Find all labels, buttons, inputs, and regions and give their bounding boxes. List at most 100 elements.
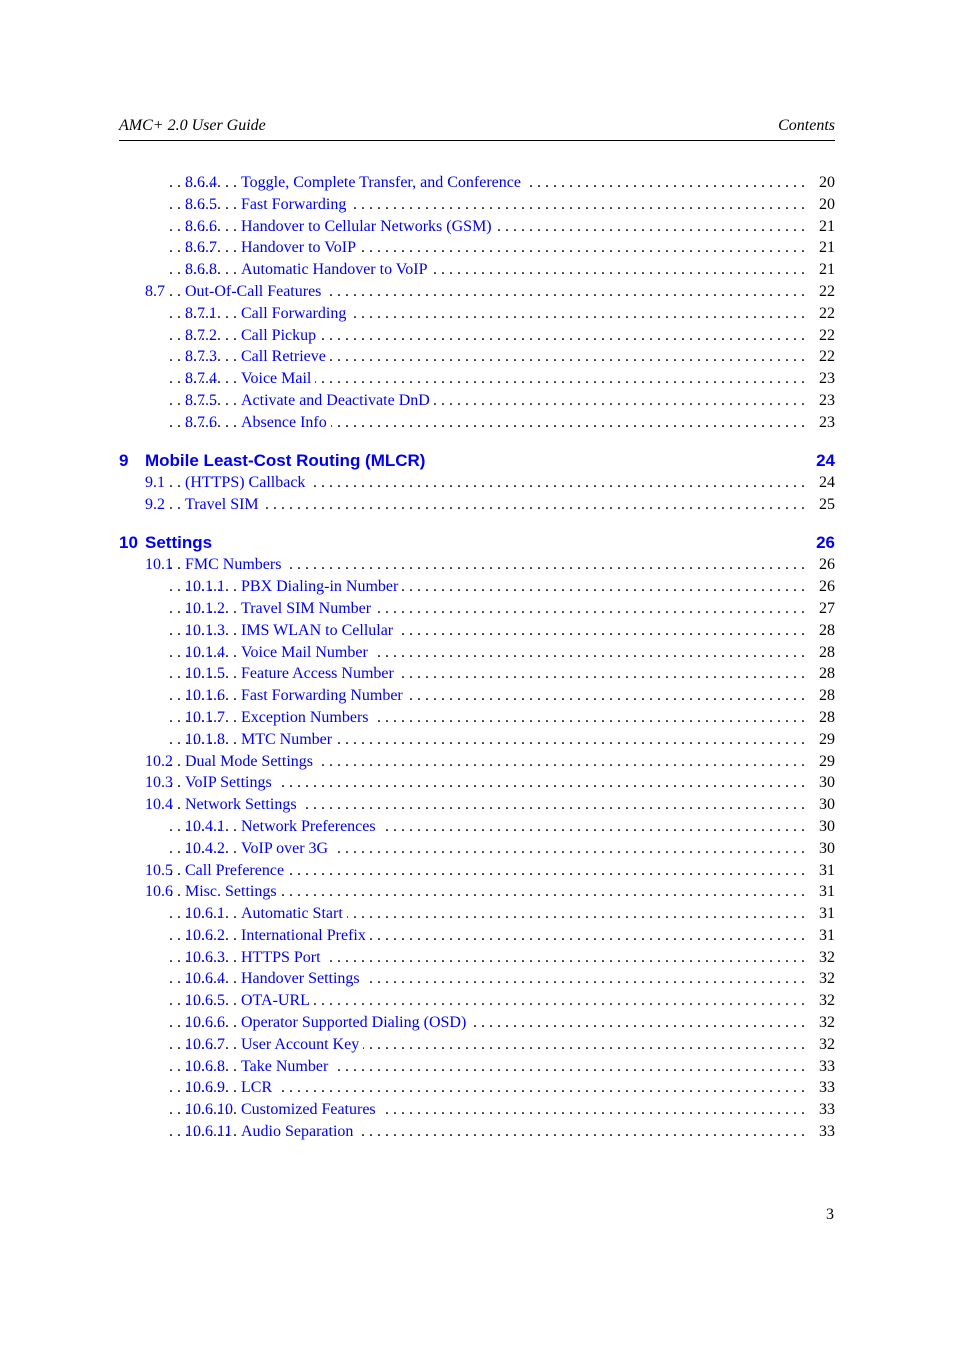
toc-title-link[interactable]: Automatic Start [241,903,347,925]
toc-number[interactable]: 9 [119,450,128,472]
toc-number[interactable]: 10.4.1 [185,816,225,838]
toc-section-entry[interactable]: . . . . . . . . . . . . . . . . . . . . … [119,859,835,882]
toc-title-link[interactable]: Call Forwarding [241,302,351,325]
toc-number[interactable]: 10.1.1 [185,576,225,598]
toc-title-link[interactable]: IMS WLAN to Cellular [241,619,398,642]
toc-title-link[interactable]: Mobile Least-Cost Routing (MLCR) [145,450,425,472]
toc-number[interactable]: 10.6.6 [185,1012,225,1034]
toc-title-link[interactable]: Misc. Settings [185,881,281,904]
toc-number[interactable]: 8.7.4 [185,368,217,390]
toc-subsection-entry[interactable]: . . . . . . . . . . . . . . . . . . . . … [119,728,835,751]
toc-title-link[interactable]: LCR [241,1077,277,1100]
toc-title-link[interactable]: Handover Settings [241,968,364,991]
toc-subsection-entry[interactable]: . . . . . . . . . . . . . . . . . . . . … [119,324,835,347]
toc-subsection-entry[interactable]: . . . . . . . . . . . . . . . . . . . . … [119,968,835,991]
toc-title-link[interactable]: PBX Dialing-in Number [241,576,403,598]
toc-title-link[interactable]: Travel SIM Number [241,597,376,620]
toc-subsection-entry[interactable]: . . . . . . . . . . . . . . . . . . . . … [119,706,835,729]
toc-subsection-entry[interactable]: . . . . . . . . . . . . . . . . . . . . … [119,815,835,838]
toc-page-link[interactable]: 26 [816,532,835,554]
toc-title-link[interactable]: VoIP over 3G [241,837,333,860]
toc-number[interactable]: 10.6.2 [185,925,225,947]
toc-title-link[interactable]: Automatic Handover to VoIP [241,259,432,281]
toc-number[interactable]: 10.6.5 [185,990,225,1012]
toc-title-link[interactable]: Audio Separation [241,1121,358,1143]
toc-subsection-entry[interactable]: . . . . . . . . . . . . . . . . . . . . … [119,302,835,325]
toc-chapter-entry[interactable]: 9 Mobile Least-Cost Routing (MLCR) 24 [119,450,835,472]
toc-subsection-entry[interactable]: . . . . . . . . . . . . . . . . . . . . … [119,619,835,642]
toc-subsection-entry[interactable]: . . . . . . . . . . . . . . . . . . . . … [119,411,835,434]
toc-subsection-entry[interactable]: . . . . . . . . . . . . . . . . . . . . … [119,346,835,369]
toc-section-entry[interactable]: . . . . . . . . . . . . . . . . . . . . … [119,280,835,303]
toc-subsection-entry[interactable]: . . . . . . . . . . . . . . . . . . . . … [119,1012,835,1034]
toc-number[interactable]: 8.6.7 [185,237,217,259]
toc-title-link[interactable]: Customized Features [241,1099,380,1122]
toc-number[interactable]: 8.7.2 [185,325,217,347]
toc-title-link[interactable]: Out-Of-Call Features [185,280,326,303]
toc-number[interactable]: 8.6.4 [185,172,217,194]
toc-number[interactable]: 8.6.5 [185,194,217,216]
toc-number[interactable]: 9.1 [145,472,165,494]
toc-title-link[interactable]: Voice Mail [241,368,316,390]
toc-section-entry[interactable]: . . . . . . . . . . . . . . . . . . . . … [119,554,835,577]
toc-title-link[interactable]: Handover to VoIP [241,237,360,260]
toc-title-link[interactable]: Handover to Cellular Networks (GSM) [241,215,496,238]
toc-subsection-entry[interactable]: . . . . . . . . . . . . . . . . . . . . … [119,685,835,707]
toc-title-link[interactable]: Operator Supported Dialing (OSD) [241,1012,471,1034]
toc-chapter-entry[interactable]: 10 Settings 26 [119,532,835,554]
toc-title-link[interactable]: VoIP Settings [185,772,276,795]
toc-number[interactable]: 10.6.7 [185,1034,225,1056]
toc-title-link[interactable]: Call Pickup [241,324,321,347]
toc-subsection-entry[interactable]: . . . . . . . . . . . . . . . . . . . . … [119,641,835,664]
toc-section-entry[interactable]: . . . . . . . . . . . . . . . . . . . . … [119,750,835,773]
toc-subsection-entry[interactable]: . . . . . . . . . . . . . . . . . . . . … [119,237,835,260]
toc-section-entry[interactable]: . . . . . . . . . . . . . . . . . . . . … [119,881,835,904]
toc-title-link[interactable]: Exception Numbers [241,706,373,729]
toc-subsection-entry[interactable]: . . . . . . . . . . . . . . . . . . . . … [119,990,835,1013]
toc-number[interactable]: 8.7 [145,281,165,303]
toc-subsection-entry[interactable]: . . . . . . . . . . . . . . . . . . . . … [119,172,835,194]
toc-number[interactable]: 8.6.6 [185,216,217,238]
toc-number[interactable]: 8.7.1 [185,303,217,325]
toc-subsection-entry[interactable]: . . . . . . . . . . . . . . . . . . . . … [119,837,835,860]
toc-title-link[interactable]: Network Settings [185,794,301,816]
toc-section-entry[interactable]: . . . . . . . . . . . . . . . . . . . . … [119,493,835,516]
toc-subsection-entry[interactable]: . . . . . . . . . . . . . . . . . . . . … [119,597,835,620]
toc-subsection-entry[interactable]: . . . . . . . . . . . . . . . . . . . . … [119,946,835,969]
toc-number[interactable]: 10.1.8 [185,729,225,751]
toc-subsection-entry[interactable]: . . . . . . . . . . . . . . . . . . . . … [119,1099,835,1122]
toc-number[interactable]: 9.2 [145,494,165,516]
toc-number[interactable]: 10.6.9 [185,1077,225,1099]
toc-subsection-entry[interactable]: . . . . . . . . . . . . . . . . . . . . … [119,576,835,598]
toc-title-link[interactable]: Feature Access Number [241,663,398,686]
toc-number[interactable]: 10.3 [145,772,173,794]
toc-title-link[interactable]: Fast Forwarding Number [241,685,407,707]
toc-number[interactable]: 10.6 [145,881,173,903]
toc-number[interactable]: 8.7.6 [185,412,217,434]
toc-subsection-entry[interactable]: . . . . . . . . . . . . . . . . . . . . … [119,1055,835,1078]
toc-subsection-entry[interactable]: . . . . . . . . . . . . . . . . . . . . … [119,368,835,390]
toc-number[interactable]: 8.6.8 [185,259,217,281]
toc-number[interactable]: 10.6.11 [185,1121,232,1143]
toc-number[interactable]: 10.1.4 [185,642,225,664]
toc-title-link[interactable]: Settings [145,532,212,554]
toc-title-link[interactable]: Absence Info [241,411,331,434]
toc-number[interactable]: 10.1.7 [185,707,225,729]
toc-subsection-entry[interactable]: . . . . . . . . . . . . . . . . . . . . … [119,924,835,947]
toc-title-link[interactable]: Voice Mail Number [241,641,372,664]
toc-title-link[interactable]: FMC Numbers [185,554,286,577]
toc-section-entry[interactable]: . . . . . . . . . . . . . . . . . . . . … [119,772,835,795]
toc-number[interactable]: 10.6.3 [185,947,225,969]
toc-subsection-entry[interactable]: . . . . . . . . . . . . . . . . . . . . … [119,1033,835,1056]
toc-subsection-entry[interactable]: . . . . . . . . . . . . . . . . . . . . … [119,663,835,686]
toc-title-link[interactable]: Activate and Deactivate DnD [241,389,434,412]
toc-title-link[interactable]: Dual Mode Settings [185,750,317,773]
toc-title-link[interactable]: Call Preference [185,859,289,882]
toc-number[interactable]: 10.1.6 [185,685,225,707]
toc-title-link[interactable]: International Prefix [241,924,370,947]
toc-title-link[interactable]: HTTPS Port [241,946,325,969]
toc-title-link[interactable]: (HTTPS) Callback [185,472,310,494]
toc-subsection-entry[interactable]: . . . . . . . . . . . . . . . . . . . . … [119,1121,835,1143]
toc-number[interactable]: 10.6.1 [185,903,225,925]
toc-section-entry[interactable]: . . . . . . . . . . . . . . . . . . . . … [119,472,835,494]
